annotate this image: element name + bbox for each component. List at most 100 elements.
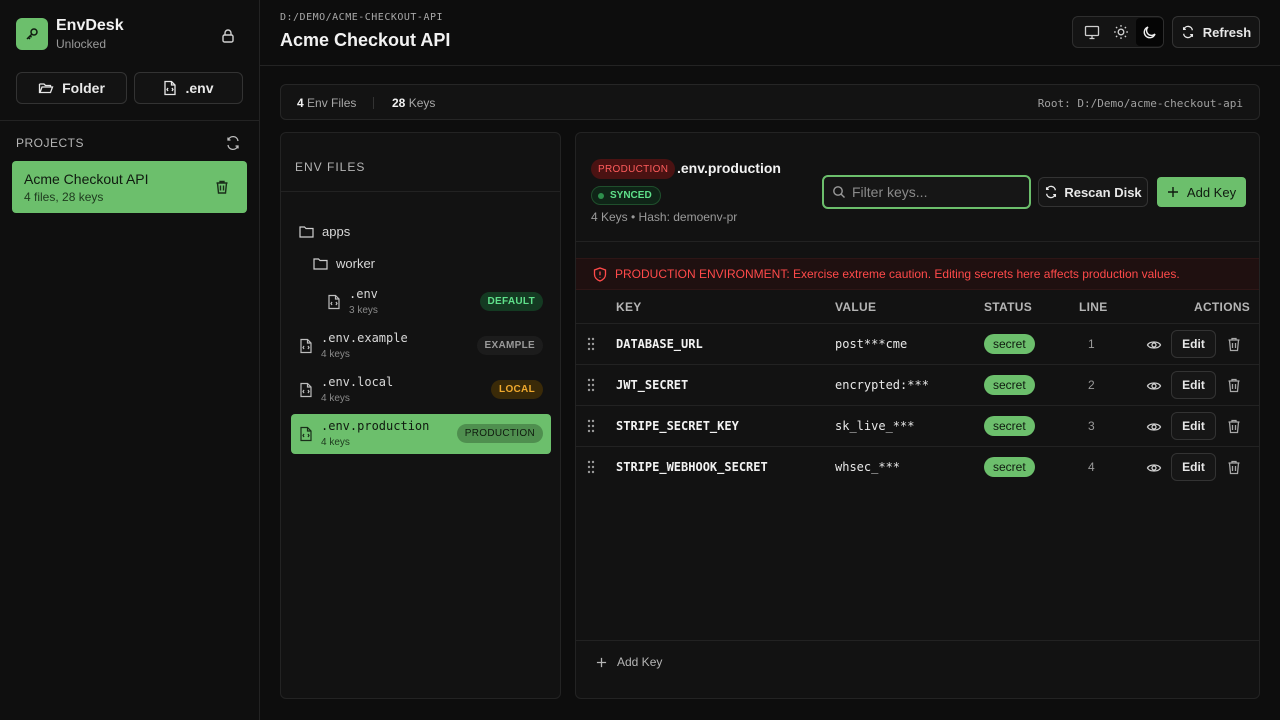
folder-apps[interactable]: apps: [299, 224, 350, 239]
sidebar-divider: [0, 120, 259, 121]
filter-keys-field[interactable]: [822, 175, 1031, 209]
folder-worker[interactable]: worker: [313, 256, 375, 271]
trash-icon[interactable]: [1227, 418, 1241, 434]
key-value: post***cme: [835, 337, 908, 351]
open-folder-button[interactable]: Folder: [16, 72, 127, 104]
root-path: Root: D:/Demo/acme-checkout-api: [1037, 97, 1243, 110]
lock-status: Unlocked: [56, 37, 107, 51]
column-header-actions: ACTIONS: [1194, 300, 1251, 314]
status-badge: secret: [984, 375, 1035, 395]
refresh-icon: [1044, 185, 1058, 199]
file-key-count: 4 keys: [321, 393, 350, 404]
file-icon: [163, 80, 177, 96]
refresh-projects-icon[interactable]: [225, 135, 241, 151]
keys-stat: 28 Keys: [392, 96, 436, 110]
env-file-title: .env.production: [677, 160, 781, 176]
badge-local: LOCAL: [491, 380, 543, 399]
folder-label: worker: [336, 256, 376, 271]
env-files-heading: ENV FILES: [295, 160, 366, 174]
env-files-stat: 4 Env Files: [297, 96, 357, 110]
eye-icon[interactable]: [1146, 460, 1162, 476]
column-header-value: VALUE: [835, 300, 877, 314]
add-key-button[interactable]: Add Key: [1157, 177, 1246, 207]
file-item-env-example[interactable]: .env.example 4 keys EXAMPLE: [291, 326, 551, 366]
table-row: STRIPE_WEBHOOK_SECRET whsec_*** secret 4…: [576, 446, 1259, 487]
drag-handle-icon[interactable]: [587, 378, 595, 392]
status-dot-icon: [598, 192, 604, 199]
environment-tag: PRODUCTION: [591, 159, 676, 179]
lock-icon[interactable]: [218, 26, 238, 46]
sync-status-badge: SYNCED: [591, 186, 661, 205]
badge-example: EXAMPLE: [476, 336, 543, 355]
line-number: 3: [1088, 419, 1095, 433]
file-item-env-production[interactable]: .env.production 4 keys PRODUCTION: [291, 414, 551, 454]
plus-icon: [596, 657, 607, 668]
file-code-icon: [299, 338, 313, 354]
key-name: DATABASE_URL: [616, 337, 703, 351]
file-code-icon: [299, 426, 313, 442]
rescan-disk-button[interactable]: Rescan Disk: [1038, 177, 1148, 207]
folder-icon: [299, 225, 314, 238]
status-badge: secret: [984, 416, 1035, 436]
project-name: Acme Checkout API: [24, 171, 149, 187]
key-value: sk_live_***: [835, 419, 915, 433]
refresh-label: Refresh: [1202, 24, 1252, 40]
folder-button-label: Folder: [62, 80, 105, 96]
files-divider: [281, 191, 560, 192]
drag-handle-icon[interactable]: [587, 337, 595, 351]
moon-icon[interactable]: [1136, 18, 1163, 46]
edit-button[interactable]: Edit: [1171, 412, 1216, 440]
drag-handle-icon[interactable]: [587, 460, 595, 474]
line-number: 2: [1088, 378, 1095, 392]
status-badge: secret: [984, 334, 1035, 354]
status-badge: secret: [984, 457, 1035, 477]
column-header-status: STATUS: [984, 300, 1033, 314]
key-value: whsec_***: [835, 460, 901, 474]
line-number: 4: [1088, 460, 1095, 474]
file-name: .env.local: [321, 375, 394, 389]
edit-button[interactable]: Edit: [1171, 330, 1216, 358]
monitor-icon[interactable]: [1078, 18, 1105, 46]
eye-icon[interactable]: [1146, 337, 1162, 353]
trash-icon[interactable]: [1227, 336, 1241, 352]
open-env-button[interactable]: .env: [134, 72, 243, 104]
file-key-count: 4 keys: [321, 349, 350, 360]
footer-add-key-label: Add Key: [617, 655, 663, 669]
drag-handle-icon[interactable]: [587, 419, 595, 433]
env-files-panel: ENV FILES apps worker .env 3 keys DEFAUL…: [280, 132, 561, 699]
projects-heading: PROJECTS: [16, 136, 85, 150]
refresh-button[interactable]: Refresh: [1172, 16, 1260, 48]
file-code-icon: [327, 294, 341, 310]
file-item-env-local[interactable]: .env.local 4 keys LOCAL: [291, 370, 551, 410]
project-meta: 4 files, 28 keys: [24, 190, 104, 204]
file-name: .env.example: [321, 331, 408, 345]
filter-keys-input[interactable]: [852, 184, 1022, 200]
sun-icon[interactable]: [1107, 18, 1134, 46]
edit-button[interactable]: Edit: [1171, 453, 1216, 481]
edit-button[interactable]: Edit: [1171, 371, 1216, 399]
folder-icon: [313, 257, 328, 270]
file-meta: 4 Keys • Hash: demoenv-pr: [591, 210, 738, 224]
footer-add-key-button[interactable]: Add Key: [596, 655, 662, 669]
badge-production: PRODUCTION: [456, 424, 543, 443]
file-item-env[interactable]: .env 3 keys DEFAULT: [291, 282, 551, 322]
warning-text: PRODUCTION ENVIRONMENT: Exercise extreme…: [615, 267, 1180, 281]
key-name: STRIPE_WEBHOOK_SECRET: [616, 460, 768, 474]
production-warning-banner: PRODUCTION ENVIRONMENT: Exercise extreme…: [576, 258, 1259, 290]
eye-icon[interactable]: [1146, 419, 1162, 435]
table-row: JWT_SECRET encrypted:*** secret 2 Edit: [576, 364, 1259, 405]
badge-default: DEFAULT: [479, 292, 543, 311]
page-title: Acme Checkout API: [280, 30, 451, 50]
trash-icon[interactable]: [1227, 459, 1241, 475]
stats-separator: [373, 97, 374, 109]
folder-open-icon: [38, 80, 54, 96]
table-row: DATABASE_URL post***cme secret 1 Edit: [576, 323, 1259, 364]
eye-icon[interactable]: [1146, 378, 1162, 394]
breadcrumb: D:/DEMO/ACME-CHECKOUT-API: [280, 12, 444, 23]
trash-icon[interactable]: [1227, 377, 1241, 393]
trash-icon[interactable]: [214, 179, 230, 195]
project-item-acme-checkout-api[interactable]: Acme Checkout API 4 files, 28 keys: [12, 161, 247, 213]
column-header-key: KEY: [616, 300, 642, 314]
main-divider: [576, 241, 1259, 242]
rescan-label: Rescan Disk: [1064, 184, 1142, 200]
